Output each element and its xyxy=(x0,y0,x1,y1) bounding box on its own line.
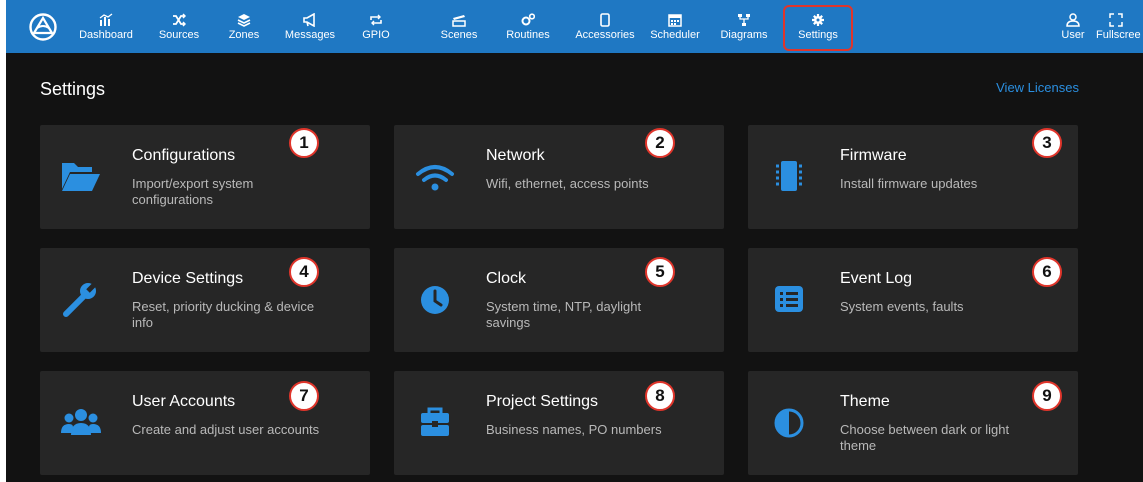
card-description: Wifi, ethernet, access points xyxy=(486,176,649,191)
fullscreen-button[interactable]: Fullscree xyxy=(1096,6,1143,48)
card-description: System events, faults xyxy=(840,299,964,314)
users-icon xyxy=(61,409,101,435)
card-title: User Accounts xyxy=(132,393,236,410)
wifi-icon xyxy=(416,165,454,191)
card-configurations[interactable]: Configurations Import/export system conf… xyxy=(40,125,370,229)
nav-item-accessories[interactable]: Accessories xyxy=(572,6,638,48)
nav-label-messages: Messages xyxy=(284,29,336,41)
card-description: Business names, PO numbers xyxy=(486,422,662,437)
view-licenses-link[interactable]: View Licenses xyxy=(996,80,1079,95)
nav-label-routines: Routines xyxy=(506,29,550,41)
nav-item-scenes[interactable]: Scenes xyxy=(437,6,481,48)
card-event-log[interactable]: Event Log System events, faults 6 xyxy=(748,248,1078,352)
nav-item-settings[interactable]: Settings xyxy=(783,5,853,51)
nav-label-scheduler: Scheduler xyxy=(650,29,700,41)
card-title: Clock xyxy=(486,270,527,287)
card-network[interactable]: Network Wifi, ethernet, access points 2 xyxy=(394,125,724,229)
loop-arrows-icon xyxy=(370,14,382,26)
annotation-badge: 9 xyxy=(1032,381,1062,411)
nav-label-gpio: GPIO xyxy=(362,29,390,41)
annotation-badge: 8 xyxy=(645,381,675,411)
nav-item-dashboard[interactable]: Dashboard xyxy=(79,6,133,48)
tablet-icon xyxy=(600,13,610,27)
card-description: Install firmware updates xyxy=(840,176,978,191)
card-description: System time, NTP, daylight savings xyxy=(486,299,642,330)
card-user-accounts[interactable]: User Accounts Create and adjust user acc… xyxy=(40,371,370,475)
nav-item-messages[interactable]: Messages xyxy=(282,6,338,48)
diagram-icon xyxy=(738,14,750,26)
fullscreen-label: Fullscree xyxy=(1096,29,1141,41)
nav-label-diagrams: Diagrams xyxy=(720,29,768,41)
card-device-settings[interactable]: Device Settings Reset, priority ducking … xyxy=(40,248,370,352)
card-firmware[interactable]: Firmware Install firmware updates 3 xyxy=(748,125,1078,229)
calendar-icon xyxy=(668,14,682,27)
page-title: Settings xyxy=(40,79,106,99)
annotation-badge: 3 xyxy=(1032,128,1062,158)
card-title: Theme xyxy=(840,393,890,410)
annotation-badge: 5 xyxy=(645,257,675,287)
card-description: Create and adjust user accounts xyxy=(132,422,320,437)
nav-item-routines[interactable]: Routines xyxy=(503,6,553,48)
chip-icon xyxy=(776,161,802,191)
app-window: Dashboard Sources Zones Messages GPIO Sc… xyxy=(6,0,1143,482)
annotation-badge: 7 xyxy=(289,381,319,411)
annotation-badge: 1 xyxy=(289,128,319,158)
wrench-icon xyxy=(63,281,98,317)
nav-label-dashboard: Dashboard xyxy=(79,29,133,41)
clapperboard-icon xyxy=(452,15,466,27)
card-title: Network xyxy=(486,147,545,164)
nav-item-sources[interactable]: Sources xyxy=(156,6,202,48)
card-title: Firmware xyxy=(840,147,907,164)
card-description: Choose between dark or light theme xyxy=(840,422,1010,453)
card-title: Event Log xyxy=(840,270,913,287)
annotation-badge: 6 xyxy=(1032,257,1062,287)
shuffle-icon xyxy=(173,13,186,27)
card-theme[interactable]: Theme Choose between dark or light theme… xyxy=(748,371,1078,475)
nav-item-zones[interactable]: Zones xyxy=(224,6,264,48)
annotation-badge: 4 xyxy=(289,257,319,287)
card-clock[interactable]: Clock System time, NTP, daylight savings… xyxy=(394,248,724,352)
user-menu[interactable]: User xyxy=(1058,6,1088,48)
card-description: Import/export system configurations xyxy=(132,176,254,207)
nav-item-diagrams[interactable]: Diagrams xyxy=(719,6,769,48)
nav-label-sources: Sources xyxy=(158,29,200,41)
nav-label-scenes: Scenes xyxy=(440,29,478,41)
layers-icon xyxy=(237,14,251,27)
briefcase-icon xyxy=(421,407,449,436)
user-icon xyxy=(1066,13,1080,27)
card-project-settings[interactable]: Project Settings Business names, PO numb… xyxy=(394,371,724,475)
nav-item-gpio[interactable]: GPIO xyxy=(358,6,394,48)
user-label: User xyxy=(1061,29,1085,41)
nav-label-accessories: Accessories xyxy=(575,29,635,41)
nav-item-scheduler[interactable]: Scheduler xyxy=(645,6,705,48)
folder-open-icon xyxy=(62,163,100,191)
card-title: Configurations xyxy=(132,147,236,164)
gear-icon xyxy=(812,14,824,26)
top-navigation-bar: Dashboard Sources Zones Messages GPIO Sc… xyxy=(6,0,1143,53)
half-circle-icon xyxy=(774,408,804,438)
nav-label-settings: Settings xyxy=(798,29,838,41)
card-title: Device Settings xyxy=(132,270,244,287)
clock-icon xyxy=(421,286,449,314)
nav-label-zones: Zones xyxy=(228,29,260,41)
fullscreen-icon xyxy=(1109,13,1123,27)
annotation-badge: 2 xyxy=(645,128,675,158)
card-description: Reset, priority ducking & device info xyxy=(132,299,315,330)
list-icon xyxy=(775,286,803,312)
chart-bars-icon xyxy=(99,13,113,26)
card-title: Project Settings xyxy=(486,393,599,410)
megaphone-icon xyxy=(303,13,315,27)
gears-icon xyxy=(521,13,535,26)
logo-icon[interactable] xyxy=(28,12,58,42)
